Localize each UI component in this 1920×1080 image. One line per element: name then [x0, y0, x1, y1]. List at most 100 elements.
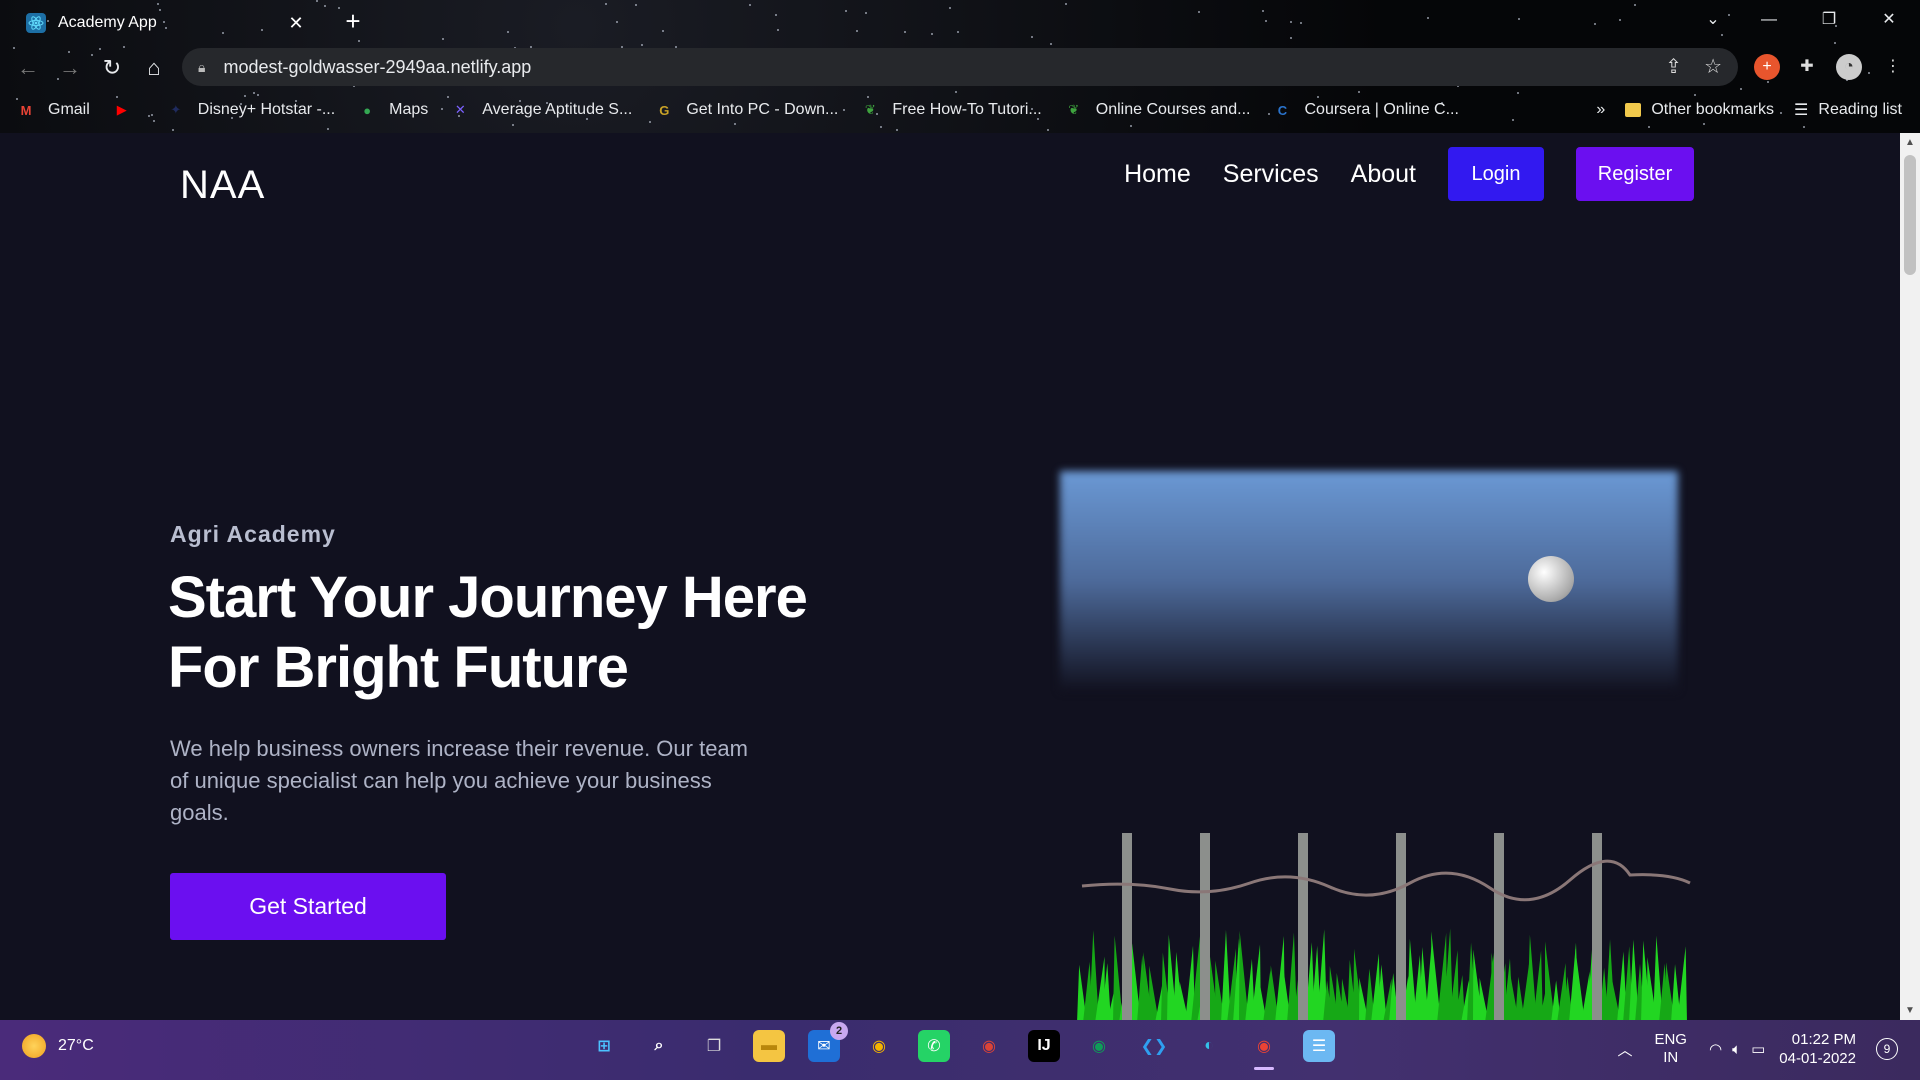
edge-icon[interactable]: ◐: [1193, 1030, 1225, 1062]
volume-icon[interactable]: 🔈︎: [1732, 1041, 1741, 1058]
star: [662, 30, 664, 32]
other-bookmarks[interactable]: Other bookmarks: [1625, 101, 1774, 119]
bookmark-item[interactable]: C Coursera | Online C...: [1273, 101, 1459, 119]
moon-illustration: [1528, 556, 1574, 602]
star: [1803, 126, 1805, 128]
windows-start-icon[interactable]: ⊞: [588, 1030, 620, 1062]
star: [616, 21, 618, 23]
share-icon[interactable]: ⇪: [1665, 54, 1682, 79]
vscode-icon[interactable]: ❮❯: [1138, 1030, 1170, 1062]
restore-icon[interactable]: ❐: [1806, 4, 1852, 36]
chrome-active-icon[interactable]: ◉: [1248, 1030, 1280, 1070]
weather-widget[interactable]: 27°C: [22, 1034, 94, 1058]
site-logo[interactable]: NAA: [180, 163, 265, 208]
back-icon[interactable]: ←: [12, 52, 44, 84]
notification-badge[interactable]: 9: [1876, 1038, 1898, 1060]
star: [635, 4, 637, 6]
star: [904, 31, 906, 33]
bookmark-item[interactable]: ❦ Free How-To Tutori...: [860, 101, 1042, 119]
bookmark-item[interactable]: ❦ Online Courses and...: [1064, 101, 1250, 119]
tab-search-icon[interactable]: ⌄: [1690, 4, 1736, 36]
close-tab-icon[interactable]: ✕: [284, 13, 308, 34]
aptitude-icon: ✕: [454, 102, 466, 117]
bookmark-item[interactable]: ✕ Average Aptitude S...: [450, 101, 632, 119]
leaf-icon: ❦: [864, 102, 876, 117]
bookmarks-overflow-icon[interactable]: »: [1596, 101, 1605, 119]
tab-academy-app[interactable]: Academy App ✕: [12, 4, 322, 42]
whatsapp-icon[interactable]: ✆: [918, 1030, 950, 1062]
fence-post: [1396, 833, 1406, 1020]
battery-icon[interactable]: ▭: [1751, 1040, 1765, 1058]
mail-badge: 2: [830, 1022, 848, 1040]
nav-about[interactable]: About: [1351, 160, 1416, 189]
puzzle-icon[interactable]: ✚: [1794, 54, 1820, 80]
hero-tagline: Agri Academy: [170, 521, 336, 547]
hero-title-line-1: Start Your Journey Here: [168, 565, 808, 630]
star: [931, 33, 933, 35]
task-view-icon[interactable]: ❐: [698, 1030, 730, 1062]
star: [957, 31, 959, 33]
star: [1634, 4, 1636, 6]
star: [324, 5, 326, 7]
bookmark-item[interactable]: ● Maps: [357, 101, 428, 119]
scroll-down-icon[interactable]: ▼: [1900, 1005, 1920, 1016]
bookmark-star-icon[interactable]: ☆: [1704, 54, 1722, 79]
nav-services[interactable]: Services: [1223, 160, 1319, 189]
coursera-icon: C: [1277, 102, 1288, 118]
star: [172, 129, 174, 131]
star: [1740, 88, 1742, 90]
avatar[interactable]: ◔: [1836, 54, 1862, 80]
wifi-icon[interactable]: ◠: [1709, 1040, 1722, 1058]
star: [316, 0, 318, 2]
new-tab-button[interactable]: +: [338, 6, 368, 36]
star: [1290, 21, 1292, 23]
search-icon[interactable]: ⌕: [643, 1030, 675, 1062]
chevron-up-icon[interactable]: ︿: [1617, 1039, 1632, 1060]
bookmark-item[interactable]: ✦ Disney+ Hotstar -...: [166, 101, 335, 119]
file-explorer-icon[interactable]: ▬: [753, 1030, 785, 1062]
hero-title: Start Your Journey Here For Bright Futur…: [168, 563, 868, 703]
star: [749, 4, 751, 6]
chrome-icon[interactable]: ◉: [863, 1030, 895, 1062]
star: [1262, 10, 1264, 12]
weather-temp: 27°C: [58, 1037, 94, 1054]
register-button[interactable]: Register: [1576, 147, 1694, 201]
address-bar[interactable]: 🔒︎ modest-goldwasser-2949aa.netlify.app …: [182, 48, 1738, 86]
home-icon[interactable]: ⌂: [138, 52, 170, 84]
scrollbar-thumb[interactable]: [1904, 155, 1916, 275]
bookmark-item[interactable]: G Get Into PC - Down...: [654, 101, 838, 119]
nav-home[interactable]: Home: [1124, 160, 1191, 189]
star: [1300, 22, 1302, 24]
extension-icon[interactable]: +: [1754, 54, 1780, 80]
login-button[interactable]: Login: [1448, 147, 1544, 201]
bookmark-label: Gmail: [48, 101, 90, 118]
chrome-canary-icon[interactable]: ◉: [1083, 1030, 1115, 1062]
mail-icon[interactable]: ✉ 2: [808, 1022, 848, 1062]
star: [856, 30, 858, 32]
chrome-profile-icon[interactable]: ◉: [973, 1030, 1005, 1062]
get-started-button[interactable]: Get Started: [170, 873, 446, 940]
maps-icon: ●: [363, 102, 372, 118]
language-indicator[interactable]: ENG IN: [1654, 1031, 1687, 1067]
fence-grass-illustration: [1077, 833, 1691, 1020]
star: [1834, 42, 1836, 44]
youtube-icon: ▶: [116, 102, 127, 117]
menu-kebab-icon[interactable]: ⋮: [1880, 54, 1906, 80]
bookmark-item[interactable]: ▶: [112, 101, 144, 119]
bookmark-label: Disney+ Hotstar -...: [197, 101, 336, 118]
page-scrollbar[interactable]: ▲ ▼: [1900, 133, 1920, 1020]
minimize-icon[interactable]: —: [1746, 4, 1792, 36]
fence-post: [1200, 833, 1210, 1020]
notepad-icon[interactable]: ☰: [1303, 1030, 1335, 1062]
bookmark-item[interactable]: M Gmail: [16, 101, 90, 119]
scroll-up-icon[interactable]: ▲: [1900, 137, 1920, 148]
star: [1594, 23, 1596, 25]
star: [1358, 91, 1360, 93]
reload-icon[interactable]: ↻: [96, 52, 128, 84]
clock[interactable]: 01:22 PM 04-01-2022: [1779, 1030, 1856, 1068]
star: [1619, 19, 1621, 21]
reading-list[interactable]: ☰ Reading list: [1794, 100, 1902, 120]
close-window-icon[interactable]: ✕: [1866, 4, 1912, 36]
intellij-icon[interactable]: IJ: [1028, 1030, 1060, 1062]
forward-icon[interactable]: →: [54, 52, 86, 84]
